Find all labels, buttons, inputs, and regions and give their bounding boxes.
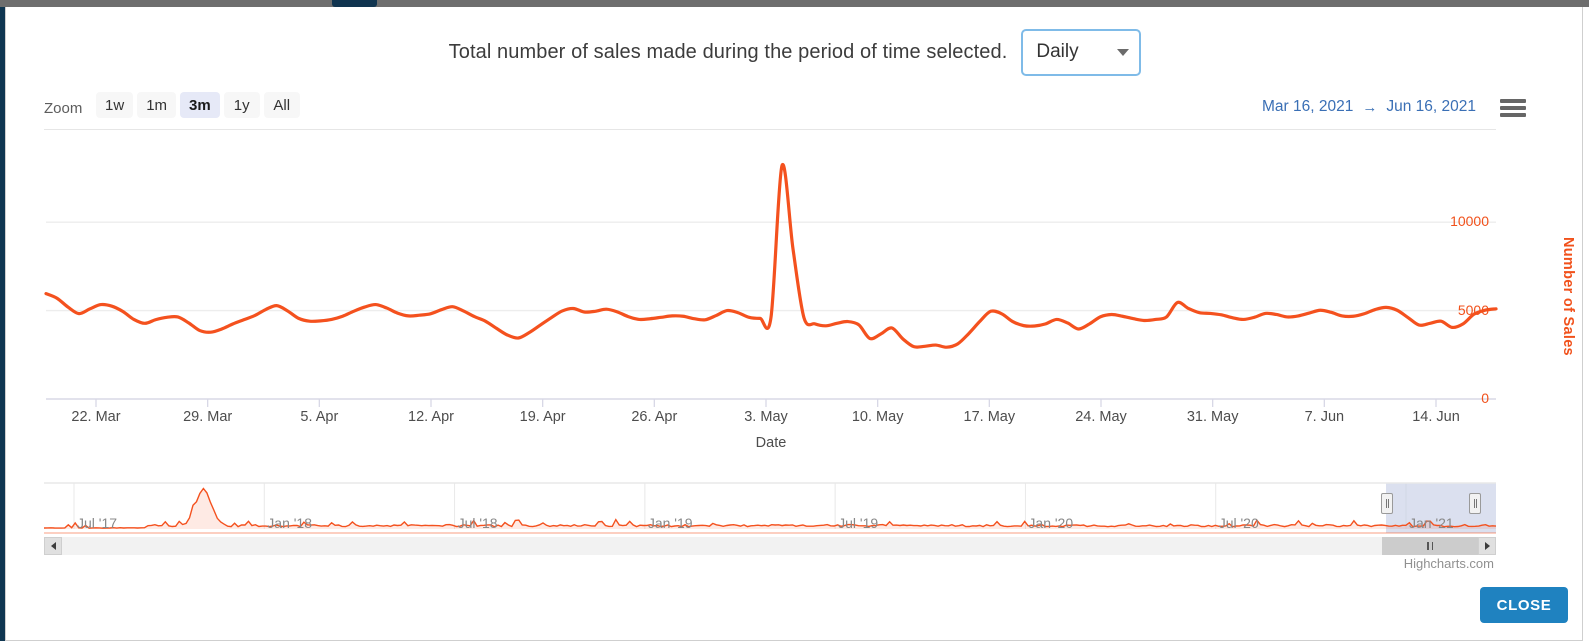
hamburger-menu-icon[interactable]	[1500, 97, 1526, 119]
x-tick-label: 17. May	[963, 409, 1016, 425]
sales-line-chart: 0 5000 10000 Number of Sales 22. Mar 29. Ma…	[6, 137, 1582, 467]
x-tick-label: 10. May	[851, 409, 904, 425]
triangle-right-icon[interactable]	[1478, 537, 1496, 555]
x-tick-label: 29. Mar	[183, 409, 233, 425]
zoom-label: Zoom	[44, 100, 83, 117]
navigator-tick-label: Jul '20	[1218, 515, 1259, 531]
range-button-1m[interactable]: 1m	[137, 92, 177, 118]
scrollbar-thumb[interactable]	[1382, 537, 1478, 555]
range-button-1y[interactable]: 1y	[223, 92, 260, 118]
range-button-3m[interactable]: 3m	[180, 92, 220, 118]
date-range-from[interactable]: Mar 16, 2021	[1262, 98, 1353, 116]
chart-dialog-window: Total number of sales made during the pe…	[0, 0, 1589, 641]
y-tick-label: 5000	[1457, 301, 1489, 318]
x-tick-label: 31. May	[1186, 409, 1239, 425]
navigator-scrollbar[interactable]	[44, 537, 1496, 555]
header-divider	[44, 129, 1496, 130]
x-tick-label: 24. May	[1075, 409, 1127, 425]
chevron-down-icon	[1117, 48, 1130, 56]
y-axis-title: Number of Sales	[1560, 237, 1576, 356]
chart-x-tickmarks	[95, 399, 1437, 407]
highcharts-credit[interactable]: Highcharts.com	[1404, 556, 1494, 571]
navigator-tick-label: Jul '17	[77, 515, 118, 531]
x-tick-label: 26. Apr	[631, 409, 678, 425]
x-tick-label: 14. Jun	[1412, 409, 1460, 425]
chart-navigator[interactable]: Jul '17 Jan '18 Jul '18 Jan '19 Jul '19 Jan '…	[44, 477, 1496, 539]
modal-dialog: Total number of sales made during the pe…	[5, 7, 1583, 641]
window-top-strip	[0, 0, 1589, 7]
navigator-tick-label: Jan '21	[1409, 515, 1454, 531]
date-range-to[interactable]: Jun 16, 2021	[1386, 98, 1476, 116]
navigator-tick-label: Jan '20	[1028, 515, 1074, 531]
triangle-left-icon[interactable]	[44, 537, 62, 555]
navigator-handle-left[interactable]	[1381, 493, 1393, 514]
navigator-tick-label: Jul '18	[457, 515, 498, 531]
x-tick-label: 12. Apr	[408, 409, 454, 425]
page-title: Total number of sales made during the pe…	[448, 40, 1008, 63]
granularity-dropdown[interactable]: Daily	[1021, 28, 1142, 76]
range-button-all[interactable]: All	[263, 92, 300, 118]
x-axis-title: Date	[755, 435, 787, 451]
chart-gridlines	[46, 221, 1496, 312]
range-button-1w[interactable]: 1w	[96, 92, 134, 118]
navigator-tick-label: Jul '19	[838, 515, 879, 531]
x-tick-label: 7. Jun	[1304, 409, 1345, 425]
granularity-selected-value: Daily	[1036, 41, 1079, 62]
navigator-tick-label: Jan '18	[267, 515, 312, 531]
range-button-group: 1w 1m 3m 1y All	[96, 92, 300, 118]
navigator-handle-right[interactable]	[1469, 493, 1481, 514]
date-range-display: Mar 16, 2021 → Jun 16, 2021	[1262, 98, 1476, 116]
sales-series-line	[44, 162, 1498, 349]
range-selector-bar: Zoom 1w 1m 3m 1y All Mar 16, 2021 → Jun 16, …	[6, 89, 1582, 129]
dialog-header: Total number of sales made during the pe…	[6, 21, 1582, 83]
chart-plot-svg	[44, 162, 1498, 407]
navigator-svg	[44, 482, 1496, 534]
navigator-tick-label: Jan '19	[647, 515, 693, 531]
close-button[interactable]: CLOSE	[1480, 587, 1568, 623]
y-tick-label: 0	[1481, 390, 1489, 406]
x-tick-label: 19. Apr	[519, 409, 566, 425]
x-tick-label: 22. Mar	[71, 409, 121, 425]
x-tick-label: 3. May	[744, 409, 788, 425]
y-tick-label: 10000	[1450, 213, 1489, 230]
date-range-arrow-icon: →	[1362, 98, 1378, 116]
browser-tab-stub	[332, 0, 377, 7]
x-tick-label: 5. Apr	[300, 409, 339, 425]
